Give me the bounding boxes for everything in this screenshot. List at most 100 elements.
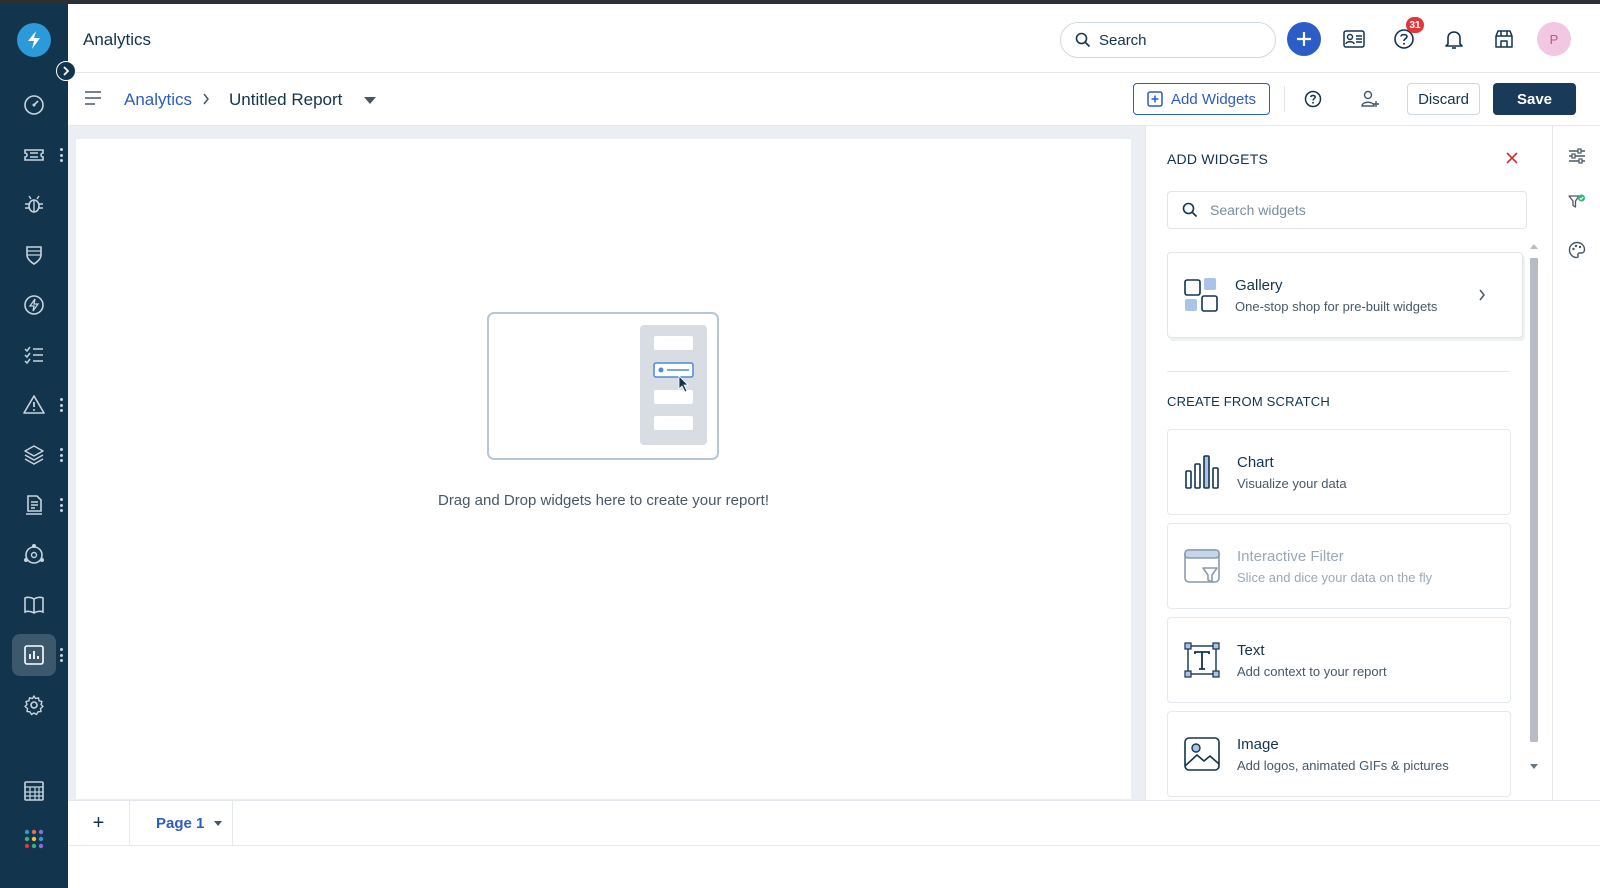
ticket-icon [24, 149, 44, 161]
question-circle-icon [1304, 90, 1322, 108]
book-icon [24, 596, 44, 614]
nav-assets-more[interactable] [59, 448, 63, 462]
gallery-grid-icon [1184, 278, 1218, 312]
nav-analytics-more[interactable] [59, 648, 63, 662]
expand-nav-button[interactable] [56, 61, 76, 81]
nav-dashboard[interactable] [12, 84, 56, 126]
scroll-down-arrow-icon[interactable] [1530, 764, 1538, 769]
pages-bar: + Page 1 [68, 800, 1600, 846]
report-filters-button[interactable] [1567, 192, 1587, 212]
scroll-up-arrow-icon[interactable] [1530, 244, 1538, 249]
widget-subtitle: Add logos, animated GIFs & pictures [1237, 758, 1449, 773]
page-tab-1[interactable]: Page 1 [130, 801, 233, 846]
report-options-caret-icon[interactable] [364, 97, 376, 104]
analytics-icon [24, 645, 44, 665]
nav-calendar-table[interactable] [12, 770, 56, 812]
nav-contracts-more[interactable] [59, 498, 63, 512]
nav-network[interactable] [12, 534, 56, 576]
widget-subtitle: Slice and dice your data on the fly [1237, 570, 1433, 585]
widget-title: Chart [1237, 454, 1274, 471]
bell-icon [1445, 31, 1463, 49]
breadcrumb-analytics-link[interactable]: Analytics [124, 90, 192, 110]
nav-alerts[interactable] [12, 384, 56, 426]
chart-widget-card[interactable]: Chart Visualize your data [1167, 429, 1511, 515]
notifications-button[interactable] [1437, 22, 1471, 56]
app-grid-icon [24, 829, 44, 849]
right-tool-rail [1552, 126, 1600, 800]
help-button[interactable]: 31 [1387, 17, 1424, 56]
report-title: Untitled Report [229, 90, 343, 109]
layers-icon [24, 445, 44, 465]
add-widgets-label: Add Widgets [1170, 90, 1257, 108]
report-theme-button[interactable] [1567, 240, 1587, 260]
search-icon [1075, 32, 1091, 48]
add-page-button[interactable]: + [68, 801, 130, 846]
app-title: Analytics [83, 30, 152, 49]
nav-changes[interactable] [12, 234, 56, 276]
filter-icon [1184, 549, 1220, 583]
nav-knowledge-base[interactable] [12, 584, 56, 626]
close-icon [1506, 152, 1518, 164]
shield-icon [26, 246, 42, 265]
discard-button[interactable]: Discard [1407, 83, 1480, 115]
store-icon [1495, 30, 1513, 48]
nav-assets[interactable] [12, 434, 56, 476]
add-user-icon [1361, 90, 1379, 107]
text-icon [1184, 642, 1220, 678]
page-tab-label: Page 1 [156, 815, 205, 832]
app-logo[interactable] [17, 23, 51, 57]
image-widget-card[interactable]: Image Add logos, animated GIFs & picture… [1167, 711, 1511, 797]
contacts-button[interactable] [1337, 22, 1371, 56]
panel-scrollbar[interactable] [1527, 244, 1541, 774]
report-toolbar: Analytics Untitled Report Add Widgets Di… [68, 74, 1600, 126]
toolbar-divider [1284, 86, 1285, 112]
panel-title: ADD WIDGETS [1167, 151, 1268, 167]
global-search-button[interactable]: Search [1060, 22, 1276, 58]
scroll-thumb[interactable] [1530, 258, 1538, 742]
top-header: Analytics Search 31 P [68, 4, 1600, 73]
empty-canvas-message: Drag and Drop widgets here to create you… [437, 492, 769, 509]
warning-icon [23, 395, 45, 414]
lightning-circle-icon [24, 295, 44, 315]
nav-releases[interactable] [12, 284, 56, 326]
report-settings-button[interactable] [1567, 146, 1587, 166]
nav-contracts[interactable] [12, 484, 56, 526]
sliders-icon [1569, 148, 1585, 164]
report-canvas-dropzone[interactable]: Drag and Drop widgets here to create you… [76, 139, 1131, 799]
save-button[interactable]: Save [1493, 83, 1576, 115]
nav-alerts-more[interactable] [59, 398, 63, 412]
share-report-button[interactable] [1359, 88, 1381, 110]
nav-tickets[interactable] [12, 134, 56, 176]
report-menu-button[interactable] [84, 90, 102, 111]
page-options-caret-icon[interactable] [214, 821, 222, 826]
hamburger-menu-icon [85, 91, 101, 105]
breadcrumb-separator-icon [202, 92, 210, 110]
nav-problems[interactable] [12, 184, 56, 226]
text-widget-card[interactable]: Text Add context to your report [1167, 617, 1511, 703]
chevron-right-icon [1479, 289, 1485, 301]
widget-subtitle: Visualize your data [1237, 476, 1347, 491]
add-widgets-button[interactable]: Add Widgets [1133, 83, 1270, 115]
widget-search-input[interactable] [1210, 202, 1510, 218]
bar-chart-icon [1185, 455, 1219, 489]
filter-check-icon [1568, 194, 1585, 208]
marketplace-button[interactable] [1487, 22, 1521, 56]
create-new-button[interactable] [1287, 22, 1321, 56]
nav-tickets-more[interactable] [59, 148, 63, 162]
checklist-icon [24, 346, 43, 365]
nav-analytics[interactable] [12, 634, 56, 676]
report-help-button[interactable] [1302, 88, 1324, 110]
gallery-card[interactable]: Gallery One-stop shop for pre-built widg… [1167, 252, 1523, 338]
gallery-subtitle: One-stop shop for pre-built widgets [1235, 299, 1438, 314]
nav-app-switcher[interactable] [12, 818, 56, 860]
plus-icon [1297, 32, 1311, 46]
nav-admin[interactable] [12, 684, 56, 726]
user-avatar[interactable]: P [1537, 22, 1571, 56]
chevron-right-icon [63, 66, 70, 76]
close-panel-button[interactable] [1506, 151, 1518, 169]
interactive-filter-widget-card[interactable]: Interactive Filter Slice and dice your d… [1167, 523, 1511, 609]
nav-tasks[interactable] [12, 334, 56, 376]
bug-icon [25, 195, 43, 213]
help-badge: 31 [1406, 17, 1424, 33]
widget-search-box [1167, 191, 1527, 229]
